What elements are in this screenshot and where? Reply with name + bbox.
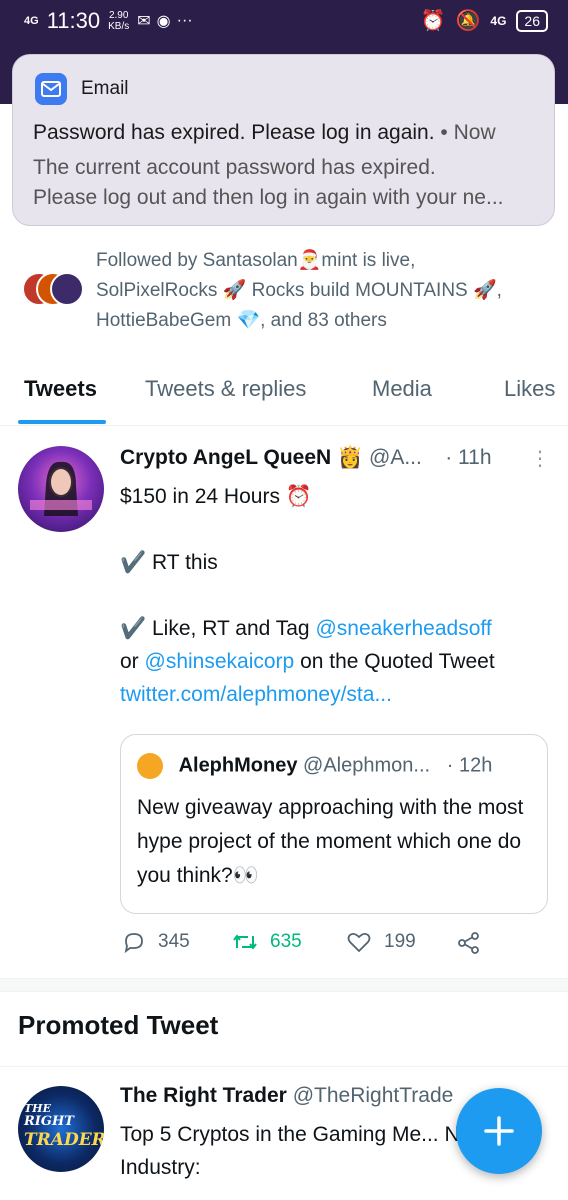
status-bar: 4G 11:30 2.90 KB/s ✉ ◉ ··· ⏰ 🔕 4G 26 xyxy=(0,0,568,44)
promoted-tweet-header: The Right Trader @TheRightTrade xyxy=(120,1084,453,1108)
mention-link[interactable]: @sneakerheadsoff xyxy=(315,617,491,640)
quoted-tweet-time: 12h xyxy=(458,754,493,777)
notification-app-name: Email xyxy=(81,78,129,99)
follower-avatars xyxy=(22,270,86,310)
mute-icon: 🔕 xyxy=(455,10,481,32)
tab-media[interactable]: Media xyxy=(372,376,432,402)
promoted-author-name[interactable]: The Right Trader xyxy=(120,1084,287,1107)
like-button[interactable]: 199 xyxy=(346,930,416,954)
mention-link[interactable]: @shinsekaicorp xyxy=(145,650,295,673)
more-notifications: ··· xyxy=(176,12,193,29)
quoted-author-handle: @Alephmon... xyxy=(303,754,431,777)
promoted-author-handle[interactable]: @TheRightTrade xyxy=(293,1084,454,1107)
quoted-tweet-text: New giveaway approaching with the most h… xyxy=(137,796,524,887)
avatar[interactable] xyxy=(18,446,104,532)
reply-count: 345 xyxy=(158,931,190,952)
battery-indicator: 26 xyxy=(516,9,548,32)
profile-tabs: Tweets Tweets & replies Media Likes xyxy=(0,362,568,426)
section-divider xyxy=(0,978,568,992)
notification-body: The current account password has expired… xyxy=(33,156,504,209)
notification-time: Now xyxy=(453,121,496,144)
separator: · xyxy=(445,446,453,469)
quoted-tweet-header: AlephMoney @Alephmon... · 12h xyxy=(137,753,537,779)
tweet-author-name[interactable]: Crypto AngeL QueeN 👸 xyxy=(120,446,363,469)
quoted-tweet[interactable]: AlephMoney @Alephmon... · 12h New giveaw… xyxy=(120,734,548,914)
active-tab-indicator xyxy=(18,420,106,424)
signal-4g: 4G xyxy=(490,13,507,28)
tab-tweets[interactable]: Tweets xyxy=(24,376,97,402)
tweet-header: Crypto AngeL QueeN 👸 @A... · 11h ⋮ xyxy=(120,446,550,476)
tab-likes[interactable]: Likes xyxy=(504,376,555,402)
clock: 11:30 xyxy=(46,8,101,33)
alarm-icon: ⏰ xyxy=(420,10,446,32)
check-icon: ✔️ xyxy=(120,617,147,640)
divider xyxy=(0,1066,568,1067)
promoted-section-title: Promoted Tweet xyxy=(18,1010,219,1040)
like-count: 199 xyxy=(384,931,416,952)
compose-tweet-button[interactable] xyxy=(456,1088,542,1174)
quoted-author-name: AlephMoney xyxy=(178,754,298,777)
share-icon xyxy=(458,932,479,954)
reply-icon xyxy=(124,933,143,954)
heart-icon xyxy=(347,932,371,953)
followed-by-text: Followed by Santasolan🎅mint is live, Sol… xyxy=(96,250,502,331)
tweet-url-link[interactable]: twitter.com/alephmoney/sta... xyxy=(120,683,392,706)
network-indicator: 4G xyxy=(24,15,39,27)
avatar xyxy=(137,753,163,779)
retweet-icon xyxy=(233,934,257,950)
plus-icon xyxy=(484,1116,514,1146)
mail-notification-icon: ✉ xyxy=(137,13,151,30)
messenger-icon: ◉ xyxy=(156,13,171,30)
tweet-time: 11h xyxy=(458,446,492,469)
tweet-author-handle[interactable]: @A... xyxy=(369,446,422,469)
reply-button[interactable]: 345 xyxy=(122,930,190,954)
avatar xyxy=(50,272,84,306)
tweet-text: $150 in 24 Hours ⏰ ✔️ RT this ✔️ Like, R… xyxy=(120,485,495,706)
tweet[interactable]: Crypto AngeL QueeN 👸 @A... · 11h ⋮ $150 … xyxy=(0,428,568,976)
email-notification[interactable]: Email Password has expired. Please log i… xyxy=(12,54,555,226)
tweet-actions: 345 635 199 xyxy=(120,930,540,960)
retweet-count: 635 xyxy=(270,931,302,952)
check-icon: ✔️ xyxy=(120,551,147,574)
tab-tweets-replies[interactable]: Tweets & replies xyxy=(145,376,306,402)
notification-title: Password has expired. Please log in agai… xyxy=(33,121,496,144)
retweet-button[interactable]: 635 xyxy=(232,930,302,954)
email-app-icon xyxy=(35,73,67,105)
separator: · xyxy=(446,754,454,777)
network-speed: 2.90 KB/s xyxy=(108,10,130,32)
share-button[interactable] xyxy=(456,930,482,956)
avatar[interactable]: THE RIGHT TRADER xyxy=(18,1086,104,1172)
more-options-icon[interactable]: ⋮ xyxy=(530,446,550,471)
